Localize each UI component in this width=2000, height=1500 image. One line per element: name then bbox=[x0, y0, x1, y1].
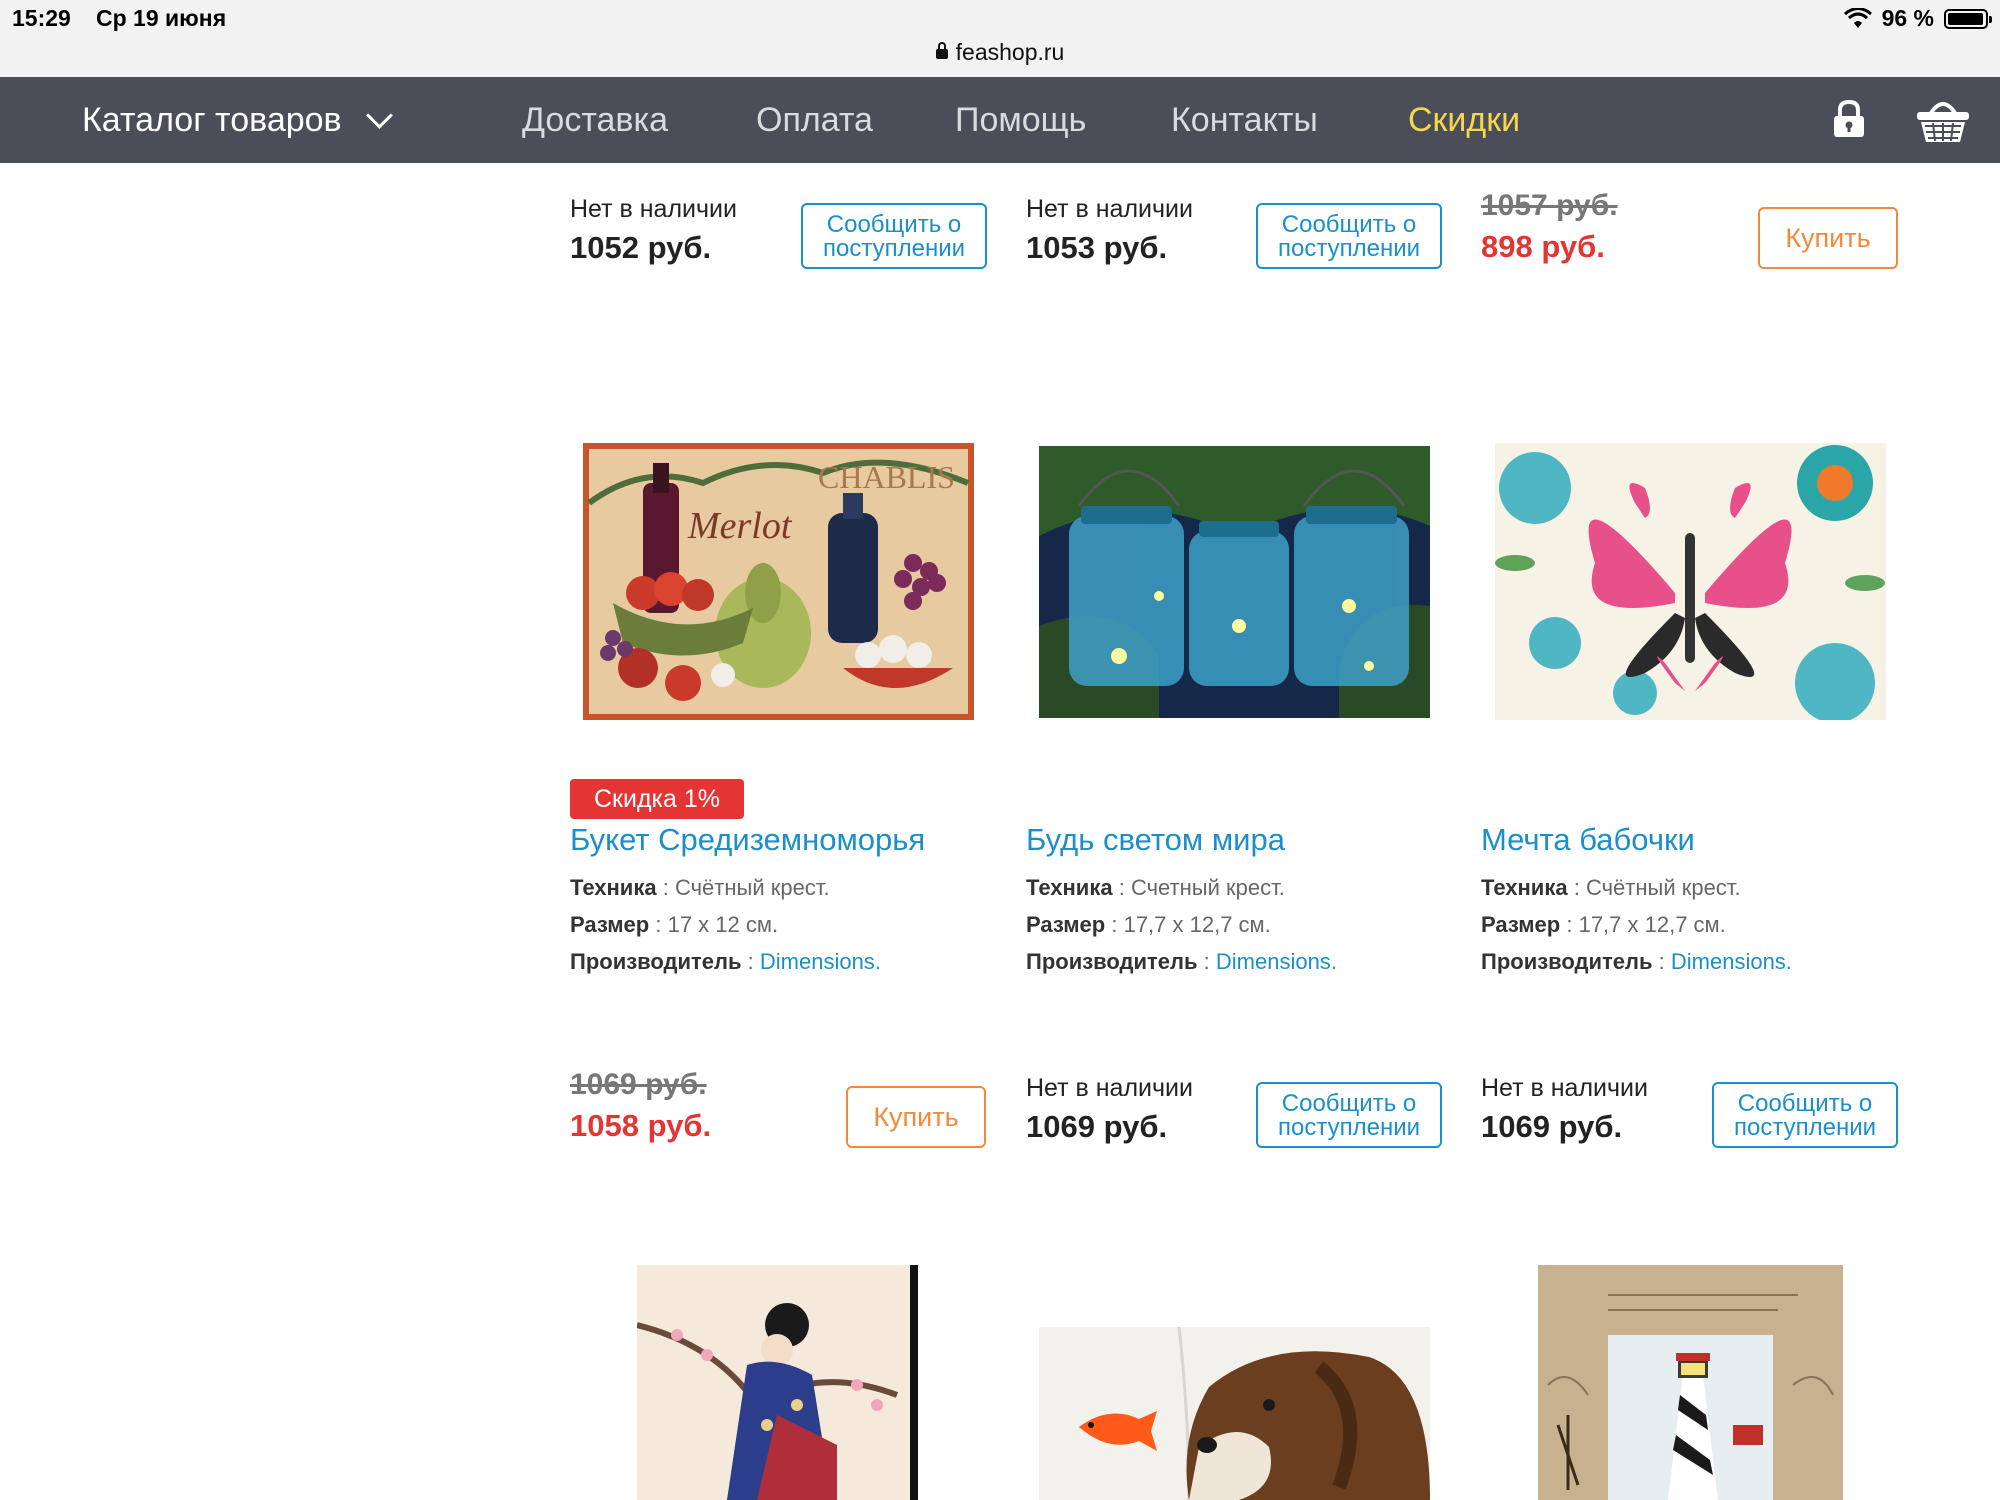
spec-label: Размер bbox=[570, 912, 650, 937]
old-price: 1057 руб. bbox=[1481, 189, 1618, 222]
price-block: Нет в наличии 1069 руб. bbox=[1026, 1074, 1193, 1145]
notify-button[interactable]: Сообщить о поступлении bbox=[1712, 1082, 1898, 1148]
spec-label: Производитель bbox=[570, 949, 742, 974]
price-block: 1057 руб. 898 руб. bbox=[1481, 189, 1618, 265]
price-block: Нет в наличии 1069 руб. bbox=[1481, 1074, 1648, 1145]
product-image-geisha[interactable] bbox=[637, 1265, 918, 1500]
price: 1053 руб. bbox=[1026, 230, 1168, 265]
spec-value: 17 х 12 см. bbox=[667, 912, 779, 937]
image-word-chablis: CHABLIS bbox=[818, 459, 955, 495]
spec-label: Техника bbox=[1026, 875, 1113, 900]
spec-technique: Техника : Счетный крест. bbox=[1026, 875, 1285, 900]
spec-label: Производитель bbox=[1026, 949, 1198, 974]
stock-status: Нет в наличии bbox=[570, 195, 737, 223]
price-block: 1069 руб. 1058 руб. bbox=[570, 1068, 711, 1144]
spec-value: Счетный крест. bbox=[1130, 875, 1285, 900]
maker-link[interactable]: Dimensions. bbox=[1216, 949, 1337, 974]
product-image-mediterranean[interactable]: CHABLIS Merlot bbox=[583, 443, 974, 720]
nav-link-contacts[interactable]: Контакты bbox=[1171, 77, 1318, 163]
catalog-label: Каталог товаров bbox=[82, 100, 342, 139]
sale-price: 898 руб. bbox=[1481, 229, 1605, 264]
basket-icon[interactable] bbox=[1915, 95, 1971, 145]
nav-link-help[interactable]: Помощь bbox=[955, 77, 1086, 163]
price-block: Нет в наличии 1053 руб. bbox=[1026, 195, 1193, 266]
maker-link[interactable]: Dimensions. bbox=[1671, 949, 1792, 974]
old-price: 1069 руб. bbox=[570, 1068, 707, 1101]
stock-status: Нет в наличии bbox=[1481, 1074, 1648, 1102]
spec-value: 17,7 х 12,7 см. bbox=[1578, 912, 1726, 937]
spec-value: Счётный крест. bbox=[674, 875, 830, 900]
price: 1069 руб. bbox=[1481, 1109, 1623, 1144]
product-image-butterfly[interactable] bbox=[1495, 443, 1886, 720]
spec-technique: Техника : Счётный крест. bbox=[1481, 875, 1741, 900]
nav-link-delivery[interactable]: Доставка bbox=[522, 77, 668, 163]
price: 1052 руб. bbox=[570, 230, 712, 265]
spec-value: 17,7 х 12,7 см. bbox=[1123, 912, 1271, 937]
spec-maker: Производитель : Dimensions. bbox=[570, 949, 881, 974]
status-bar: 15:29 Ср 19 июня feashop.ru 96 % bbox=[0, 0, 2000, 77]
spec-label: Техника bbox=[1481, 875, 1568, 900]
notify-button[interactable]: Сообщить о поступлении bbox=[801, 203, 987, 269]
stock-status: Нет в наличии bbox=[1026, 195, 1193, 223]
spec-size: Размер : 17,7 х 12,7 см. bbox=[1481, 912, 1726, 937]
product-title-link[interactable]: Мечта бабочки bbox=[1481, 822, 1695, 858]
price-block: Нет в наличии 1052 руб. bbox=[570, 195, 737, 266]
product-title-link[interactable]: Букет Средиземноморья bbox=[570, 822, 925, 858]
spec-label: Размер bbox=[1481, 912, 1561, 937]
spec-label: Производитель bbox=[1481, 949, 1653, 974]
buy-button[interactable]: Купить bbox=[846, 1086, 986, 1148]
secure-lock-icon bbox=[935, 42, 948, 59]
spec-technique: Техника : Счётный крест. bbox=[570, 875, 830, 900]
chevron-down-icon bbox=[365, 101, 393, 129]
main-nav: Каталог товаров Доставка Оплата Помощь К… bbox=[0, 77, 2000, 163]
battery-percent: 96 % bbox=[1881, 5, 1934, 31]
nav-link-payment[interactable]: Оплата bbox=[756, 77, 873, 163]
spec-value: Счётный крест. bbox=[1585, 875, 1741, 900]
spec-label: Техника bbox=[570, 875, 657, 900]
price: 1069 руб. bbox=[1026, 1109, 1168, 1144]
notify-button[interactable]: Сообщить о поступлении bbox=[1256, 203, 1442, 269]
battery-icon bbox=[1944, 8, 1992, 29]
nav-link-sales[interactable]: Скидки bbox=[1408, 77, 1520, 163]
spec-maker: Производитель : Dimensions. bbox=[1481, 949, 1792, 974]
maker-link[interactable]: Dimensions. bbox=[760, 949, 881, 974]
spec-size: Размер : 17,7 х 12,7 см. bbox=[1026, 912, 1271, 937]
status-date: Ср 19 июня bbox=[96, 5, 227, 31]
spec-maker: Производитель : Dimensions. bbox=[1026, 949, 1337, 974]
image-word-merlot: Merlot bbox=[687, 505, 793, 547]
status-right: 96 % bbox=[1843, 5, 1992, 32]
status-time: 15:29 bbox=[12, 5, 71, 31]
product-title-link[interactable]: Будь светом мира bbox=[1026, 822, 1285, 858]
lock-icon[interactable] bbox=[1832, 99, 1866, 139]
address-bar[interactable]: feashop.ru bbox=[0, 39, 2000, 66]
notify-button[interactable]: Сообщить о поступлении bbox=[1256, 1082, 1442, 1148]
stock-status: Нет в наличии bbox=[1026, 1074, 1193, 1102]
buy-button[interactable]: Купить bbox=[1758, 207, 1898, 269]
product-image-lighthouse[interactable] bbox=[1538, 1265, 1843, 1500]
spec-size: Размер : 17 х 12 см. bbox=[570, 912, 779, 937]
spec-label: Размер bbox=[1026, 912, 1106, 937]
product-image-jars[interactable] bbox=[1039, 446, 1430, 718]
discount-badge: Скидка 1% bbox=[570, 779, 745, 819]
sale-price: 1058 руб. bbox=[570, 1108, 712, 1143]
catalog-menu-button[interactable]: Каталог товаров bbox=[82, 77, 393, 163]
url-text: feashop.ru bbox=[955, 39, 1065, 65]
wifi-icon bbox=[1843, 7, 1872, 28]
product-image-puppy-fish[interactable] bbox=[1039, 1327, 1430, 1500]
